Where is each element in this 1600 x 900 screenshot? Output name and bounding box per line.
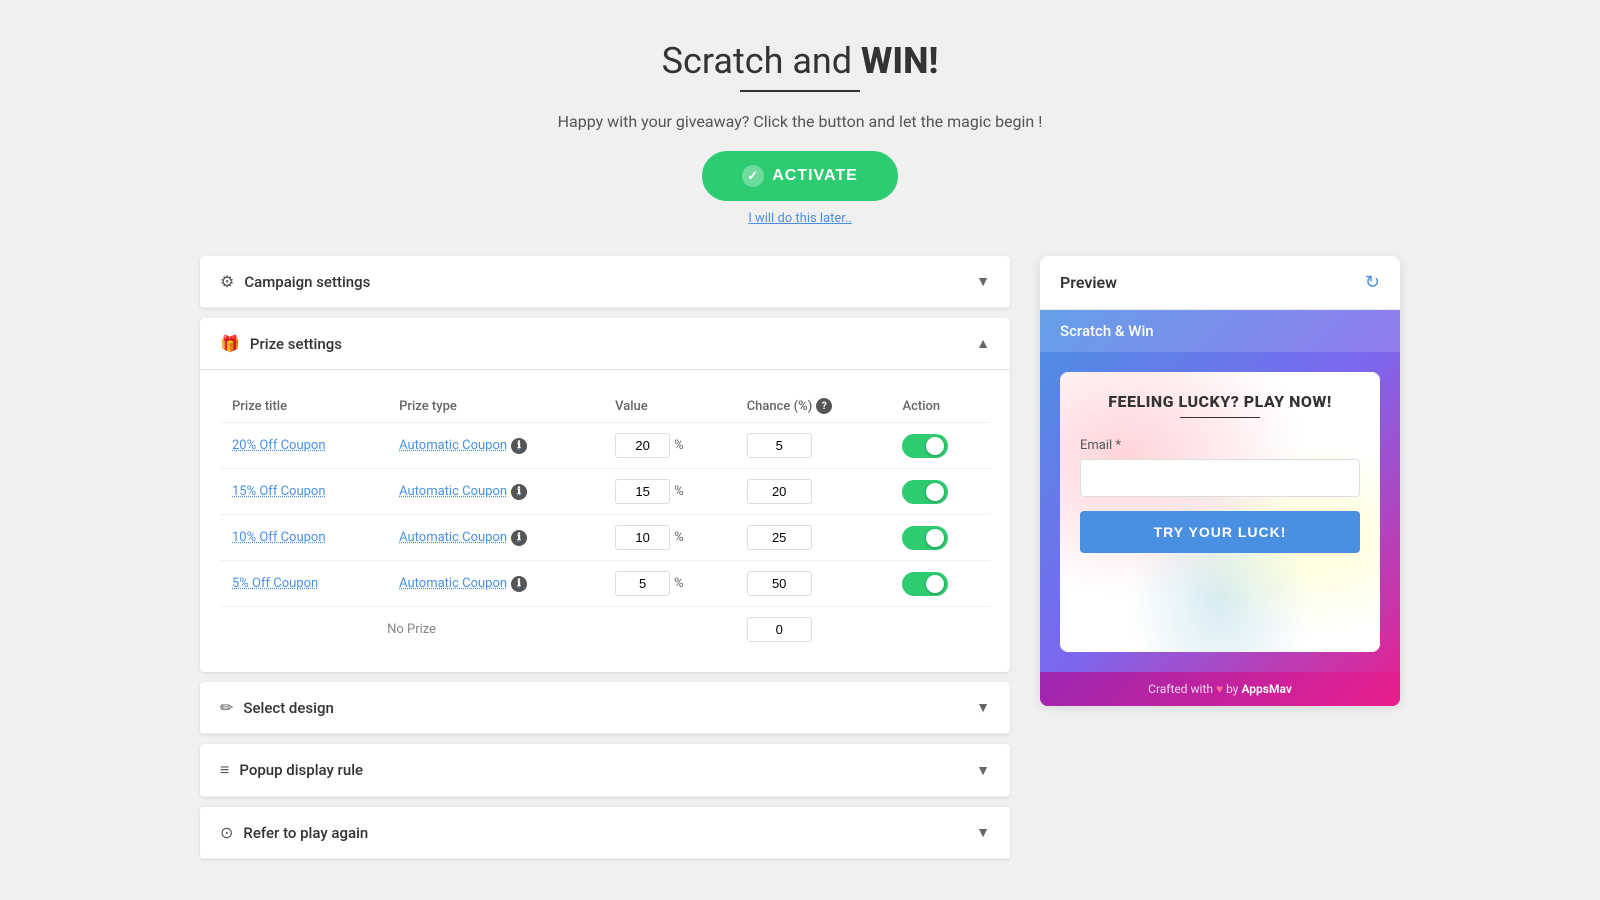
chevron-up-icon: ▲ — [976, 335, 990, 352]
prize-table: Prize title Prize type Value Chance (%) … — [220, 390, 990, 652]
prize-settings-section: 🎁 Prize settings ▲ Prize title Prize typ… — [200, 318, 1010, 672]
prize-title-link-4[interactable]: 5% Off Coupon — [232, 576, 318, 591]
preview-card: Preview ↻ Scratch & Win FEELING LUCKY? P… — [1040, 256, 1400, 706]
prize-type-link-3[interactable]: Automatic Coupon ℹ — [399, 530, 591, 546]
table-row: 10% Off Coupon Automatic Coupon ℹ — [220, 515, 990, 561]
chance-input-2[interactable] — [747, 479, 812, 504]
col-header-value: Value — [603, 390, 735, 423]
scratch-win-content: FEELING LUCKY? PLAY NOW! Email * TRY YOU… — [1060, 372, 1380, 652]
chance-input-1[interactable] — [747, 433, 812, 458]
scratch-win-inner: FEELING LUCKY? PLAY NOW! Email * TRY YOU… — [1080, 392, 1360, 553]
email-input-preview[interactable] — [1080, 459, 1360, 497]
prize-settings-label: Prize settings — [250, 335, 342, 353]
check-icon: ✓ — [742, 165, 764, 187]
header-subtitle: Happy with your giveaway? Click the butt… — [200, 112, 1400, 131]
chevron-down-icon: ▼ — [976, 273, 990, 290]
toggle-switch-3[interactable] — [902, 526, 948, 550]
right-panel: Preview ↻ Scratch & Win FEELING LUCKY? P… — [1040, 256, 1400, 859]
toggle-switch-1[interactable] — [902, 434, 948, 458]
refresh-icon[interactable]: ↻ — [1365, 272, 1380, 293]
table-row: 15% Off Coupon Automatic Coupon ℹ — [220, 469, 990, 515]
popup-icon: ≡ — [220, 760, 229, 780]
preview-footer: Crafted with ♥ by AppsMav — [1040, 672, 1400, 706]
no-prize-label: No Prize — [387, 622, 436, 637]
feeling-lucky-text: FEELING LUCKY? PLAY NOW! — [1080, 392, 1360, 411]
try-luck-button[interactable]: TRY YOUR LUCK! — [1080, 511, 1360, 553]
title-underline — [740, 90, 860, 92]
table-row: 5% Off Coupon Automatic Coupon ℹ — [220, 561, 990, 607]
chevron-down-icon-design: ▼ — [976, 699, 990, 716]
select-design-header[interactable]: ✏ Select design ▼ — [200, 682, 1010, 734]
prize-settings-body: Prize title Prize type Value Chance (%) … — [200, 370, 1010, 672]
campaign-settings-label: Campaign settings — [244, 273, 370, 291]
chance-input-3[interactable] — [747, 525, 812, 550]
prize-title-link-3[interactable]: 10% Off Coupon — [232, 530, 326, 545]
chance-info-icon[interactable]: ? — [816, 398, 832, 414]
design-icon: ✏ — [220, 698, 233, 717]
popup-display-section: ≡ Popup display rule ▼ — [200, 744, 1010, 797]
value-cell-3: % — [615, 525, 723, 550]
preview-title: Preview — [1060, 273, 1117, 292]
value-cell-2: % — [615, 479, 723, 504]
col-header-prize-type: Prize type — [387, 390, 603, 423]
settings-icon: ⚙ — [220, 272, 234, 291]
popup-display-label: Popup display rule — [239, 761, 363, 779]
campaign-settings-section: ⚙ Campaign settings ▼ — [200, 256, 1010, 308]
refer-to-play-section: ⊙ Refer to play again ▼ — [200, 807, 1010, 859]
left-panel: ⚙ Campaign settings ▼ 🎁 Prize settings ▲ — [200, 256, 1010, 859]
table-row-no-prize: No Prize — [220, 607, 990, 653]
preview-header: Preview ↻ — [1040, 256, 1400, 310]
scratch-win-preview: Scratch & Win FEELING LUCKY? PLAY NOW! E… — [1040, 310, 1400, 706]
type-info-icon-4[interactable]: ℹ — [511, 576, 527, 592]
col-header-action: Action — [890, 390, 990, 423]
chevron-down-icon-refer: ▼ — [976, 824, 990, 841]
later-link[interactable]: I will do this later.. — [200, 211, 1400, 226]
preview-body: Scratch & Win FEELING LUCKY? PLAY NOW! E… — [1040, 310, 1400, 706]
value-input-4[interactable] — [615, 571, 670, 596]
value-input-1[interactable] — [615, 433, 670, 458]
toggle-switch-2[interactable] — [902, 480, 948, 504]
prize-type-link-4[interactable]: Automatic Coupon ℹ — [399, 576, 591, 592]
heart-icon: ♥ — [1216, 682, 1223, 696]
appsmav-link[interactable]: AppsMav — [1241, 682, 1291, 696]
select-design-label: Select design — [243, 699, 333, 717]
refer-to-play-label: Refer to play again — [243, 824, 368, 842]
activate-button[interactable]: ✓ ACTIVATE — [702, 151, 898, 201]
select-design-section: ✏ Select design ▼ — [200, 682, 1010, 734]
gift-icon: 🎁 — [220, 334, 240, 353]
value-cell-4: % — [615, 571, 723, 596]
chevron-down-icon-popup: ▼ — [976, 762, 990, 779]
chance-input-4[interactable] — [747, 571, 812, 596]
value-input-2[interactable] — [615, 479, 670, 504]
value-input-3[interactable] — [615, 525, 670, 550]
page-title: Scratch and WIN! — [200, 40, 1400, 82]
col-header-chance: Chance (%) ? — [735, 390, 891, 423]
lucky-underline — [1180, 417, 1260, 418]
type-info-icon-3[interactable]: ℹ — [511, 530, 527, 546]
prize-title-link-2[interactable]: 15% Off Coupon — [232, 484, 326, 499]
table-row: 20% Off Coupon Automatic Coupon ℹ — [220, 423, 990, 469]
refer-to-play-header[interactable]: ⊙ Refer to play again ▼ — [200, 807, 1010, 859]
col-header-prize-title: Prize title — [220, 390, 387, 423]
page-header: Scratch and WIN! Happy with your giveawa… — [200, 40, 1400, 226]
prize-settings-header[interactable]: 🎁 Prize settings ▲ — [200, 318, 1010, 370]
refer-icon: ⊙ — [220, 823, 233, 842]
popup-display-header[interactable]: ≡ Popup display rule ▼ — [200, 744, 1010, 797]
type-info-icon-1[interactable]: ℹ — [511, 438, 527, 454]
prize-type-link-1[interactable]: Automatic Coupon ℹ — [399, 438, 591, 454]
prize-type-link-2[interactable]: Automatic Coupon ℹ — [399, 484, 591, 500]
prize-title-link-1[interactable]: 20% Off Coupon — [232, 438, 326, 453]
campaign-settings-header[interactable]: ⚙ Campaign settings ▼ — [200, 256, 1010, 308]
type-info-icon-2[interactable]: ℹ — [511, 484, 527, 500]
email-label: Email * — [1080, 438, 1360, 453]
scratch-win-header: Scratch & Win — [1040, 310, 1400, 352]
toggle-switch-4[interactable] — [902, 572, 948, 596]
chance-input-no-prize[interactable] — [747, 617, 812, 642]
value-cell-1: % — [615, 433, 723, 458]
